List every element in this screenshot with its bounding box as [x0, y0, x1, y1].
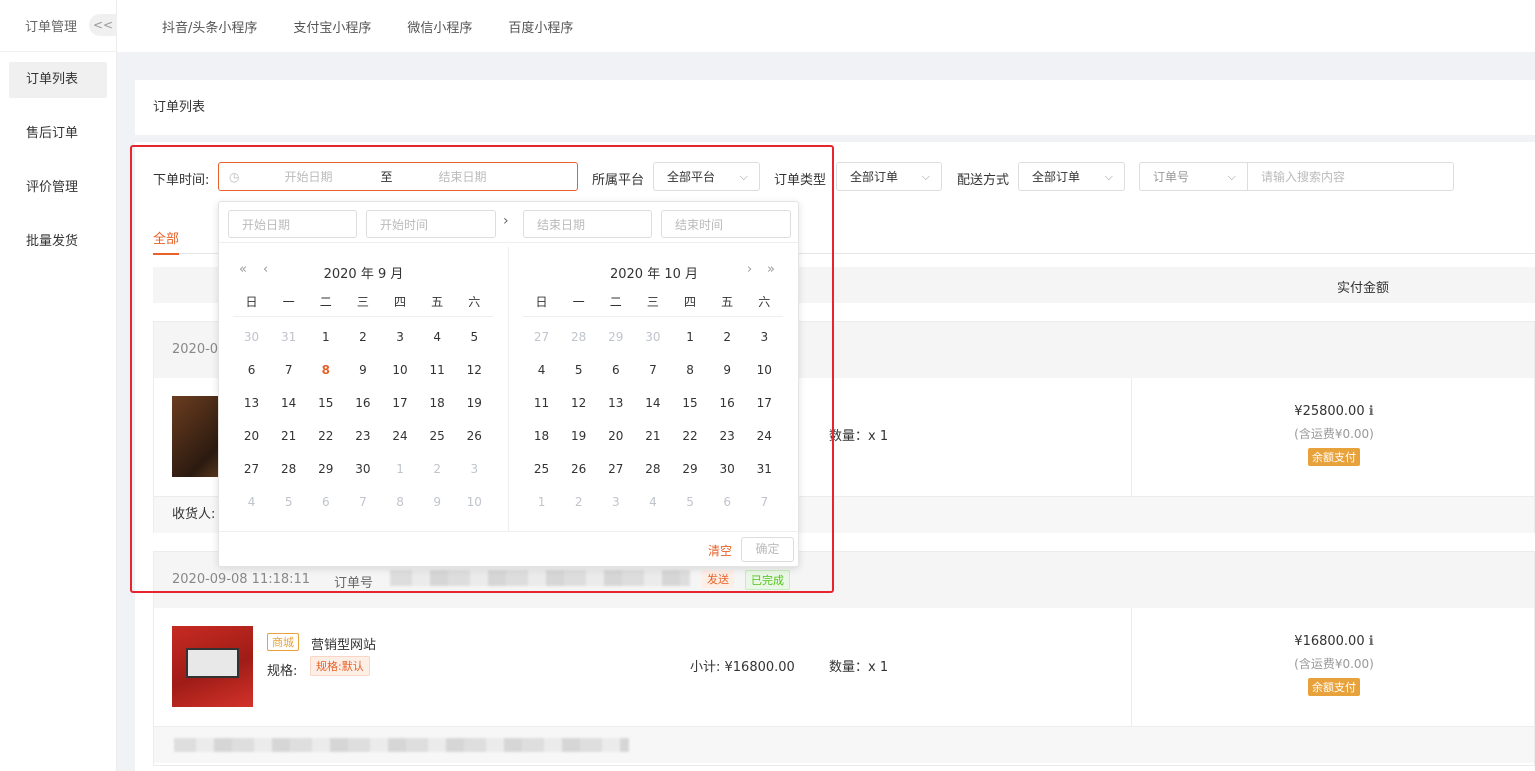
sidebar-item-after-sales[interactable]: 售后订单	[9, 116, 107, 152]
tab-baidu[interactable]: 百度小程序	[508, 17, 573, 36]
info-icon[interactable]: ℹ	[1369, 404, 1374, 419]
sidebar-item-reviews[interactable]: 评价管理	[9, 170, 107, 206]
tab-alipay[interactable]: 支付宝小程序	[293, 17, 371, 36]
highlight-box	[130, 145, 834, 593]
payment-badge: 余额支付	[1308, 678, 1360, 696]
order-freight: (含运费¥0.00)	[1294, 657, 1374, 671]
order-type-select[interactable]: 全部订单 ⌵	[836, 162, 942, 191]
tab-douyin[interactable]: 抖音/头条小程序	[162, 17, 257, 36]
order-freight: (含运费¥0.00)	[1294, 427, 1374, 441]
spec-label: 规格:	[267, 664, 298, 679]
order-quantity: 数量：x 1	[829, 429, 889, 444]
sidebar: 订单管理 << 订单列表 售后订单 评价管理 批量发货	[0, 0, 117, 771]
chevron-down-icon: ⌵	[921, 170, 930, 183]
search-field-value: 订单号	[1153, 170, 1190, 184]
order-type-select-value: 全部订单	[850, 170, 899, 184]
chevron-down-icon: ⌵	[1104, 170, 1113, 183]
info-icon[interactable]: ℹ	[1369, 634, 1374, 649]
order-quantity: 数量：x 1	[829, 660, 889, 675]
platform-tabs: 抖音/头条小程序 支付宝小程序 微信小程序 百度小程序	[117, 0, 1535, 52]
search-input[interactable]: 请输入搜索内容	[1247, 162, 1454, 191]
delivery-label: 配送方式	[957, 173, 1010, 188]
payment-badge: 余额支付	[1308, 448, 1360, 466]
spec-tag: 规格:默认	[310, 656, 370, 676]
paid-amount-header: 实付金额	[1337, 281, 1390, 296]
tab-wechat[interactable]: 微信小程序	[407, 17, 472, 36]
redacted-receiver-info	[174, 738, 629, 752]
product-name[interactable]: 营销型网站	[311, 634, 376, 653]
order-subtotal: 小计: ¥16800.00	[690, 660, 795, 675]
order-price: ¥25800.00 ℹ	[1294, 404, 1374, 419]
chevron-down-icon: ⌵	[1227, 170, 1236, 183]
order-price: ¥16800.00 ℹ	[1294, 634, 1374, 649]
sidebar-item-batch-ship[interactable]: 批量发货	[9, 224, 107, 260]
shop-tag: 商城	[267, 633, 299, 651]
delivery-select-value: 全部订单	[1032, 170, 1081, 184]
collapse-sidebar-button[interactable]: <<	[89, 14, 117, 36]
search-field-select[interactable]: 订单号 ⌵	[1139, 162, 1248, 191]
sidebar-item-order-list[interactable]: 订单列表	[9, 62, 107, 98]
delivery-select[interactable]: 全部订单 ⌵	[1018, 162, 1125, 191]
product-thumbnail	[172, 626, 253, 707]
page-title: 订单列表	[135, 80, 1535, 135]
